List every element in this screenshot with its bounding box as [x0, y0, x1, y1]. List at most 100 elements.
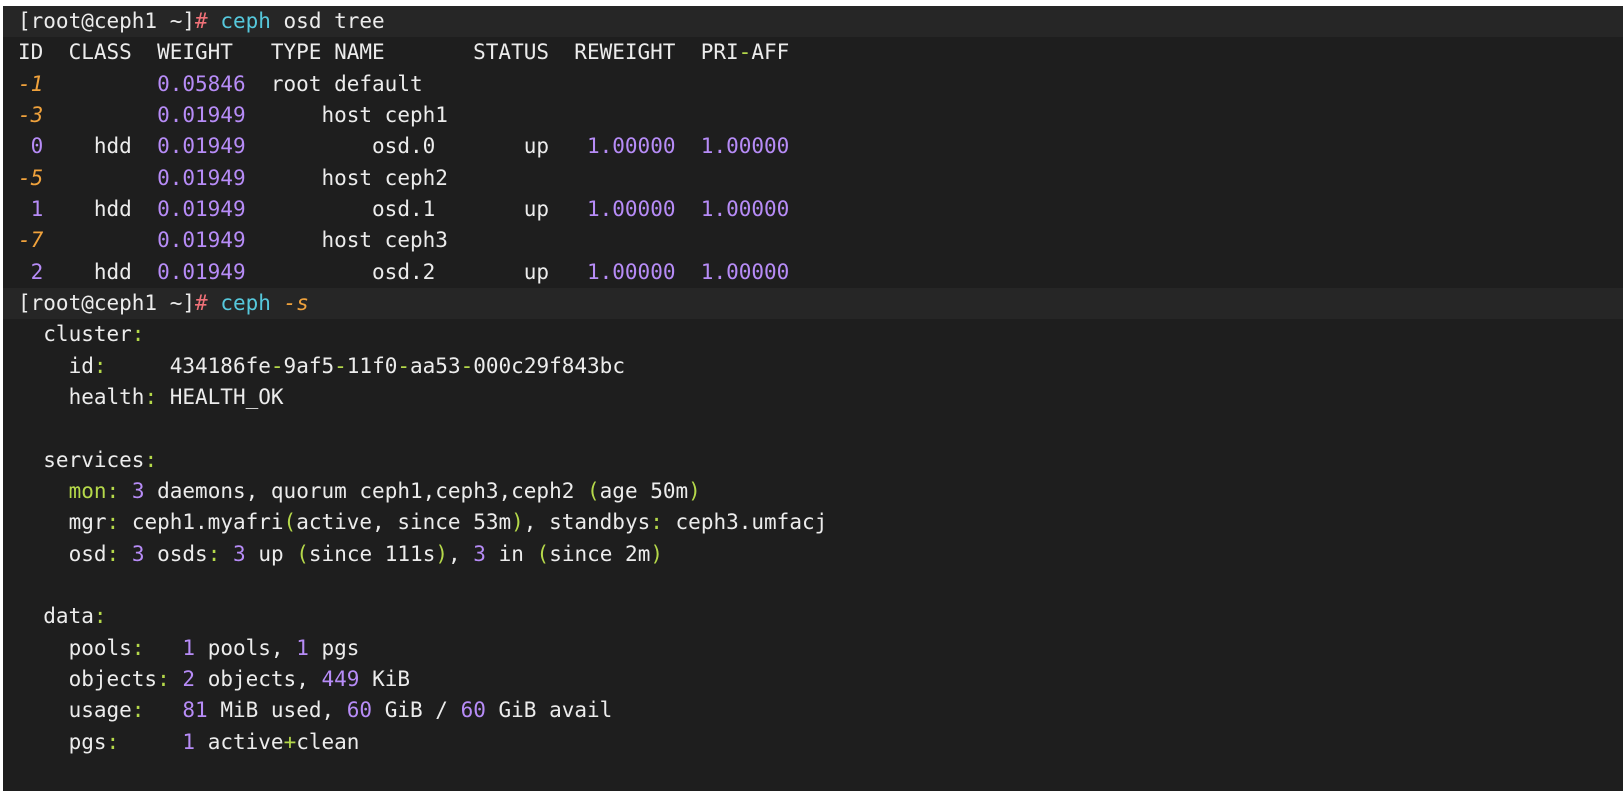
terminal-text: 000c29f843bc [473, 353, 625, 378]
terminal-text: data [18, 604, 94, 629]
terminal-text: : [131, 322, 145, 347]
prompt-line: [root@ceph1 ~]# ceph -s [3, 287, 1623, 320]
terminal-text: 434186fe [106, 353, 271, 378]
prompt-line: [root@ceph1 ~]# ceph osd tree [3, 6, 1623, 38]
output-line: 1 hdd 0.01949 osd.1 up 1.00000 1.00000 [3, 194, 1623, 225]
output-line: mgr: ceph1.myafri(active, since 53m), st… [3, 507, 1623, 538]
terminal-text: 0 [18, 134, 44, 159]
terminal-text: -s [283, 290, 309, 315]
terminal-text: osd [18, 541, 107, 566]
output-line: ID CLASS WEIGHT TYPE NAME STATUS REWEIGH… [3, 37, 1623, 68]
terminal-text: 1 [182, 635, 196, 660]
terminal-text: osd.2 up [245, 259, 587, 284]
terminal-text: hdd [43, 196, 158, 221]
output-line [3, 413, 1623, 444]
terminal-text: 9af5 [283, 353, 335, 378]
output-line: usage: 81 MiB used, 60 GiB / 60 GiB avai… [3, 695, 1623, 726]
terminal-text: GiB avail [485, 698, 613, 723]
output-line: -3 0.01949 host ceph1 [3, 100, 1623, 131]
terminal-text: HEALTH_OK [157, 384, 284, 409]
terminal-text: since 111s [308, 541, 436, 566]
terminal-text: clean [296, 729, 360, 754]
terminal-text: 3 [233, 541, 246, 566]
terminal-text: active, since 53m [296, 510, 512, 535]
output-line: pgs: 1 active+clean [3, 727, 1623, 758]
terminal-text: : [106, 478, 120, 503]
terminal-text: KiB [359, 666, 410, 691]
terminal-text: - [460, 353, 474, 378]
terminal-text: pgs [18, 729, 107, 754]
terminal-text: ceph1.myafri [119, 510, 284, 535]
terminal-text: : [131, 635, 145, 660]
output-line: 2 hdd 0.01949 osd.2 up 1.00000 1.00000 [3, 257, 1623, 288]
output-line: cluster: [3, 319, 1623, 350]
terminal-text: 2 [182, 666, 196, 691]
terminal-text: ceph3.umfacj [662, 510, 828, 535]
terminal-text: : [144, 384, 158, 409]
terminal-text: id [18, 353, 94, 378]
output-line [3, 570, 1623, 601]
terminal-text: age 50m [599, 478, 689, 503]
terminal-text: in [485, 541, 537, 566]
terminal-text: -5 [18, 165, 44, 190]
terminal-text: MiB used, [207, 698, 347, 723]
terminal-text: 1 [18, 196, 44, 221]
terminal-text: - [397, 353, 411, 378]
terminal-text: : [144, 447, 158, 472]
terminal-text: 1.00000 [586, 196, 676, 221]
terminal-text: + [283, 729, 297, 754]
terminal-text: : [106, 541, 120, 566]
terminal-text: 1.00000 [700, 259, 790, 284]
terminal-text: ( [587, 478, 600, 503]
output-line: health: HEALTH_OK [3, 382, 1623, 413]
terminal-text: ( [296, 541, 309, 566]
terminal-text: objects, [195, 666, 322, 691]
output-line: -7 0.01949 host ceph3 [3, 225, 1623, 256]
output-line: 0 hdd 0.01949 osd.0 up 1.00000 1.00000 [3, 131, 1623, 162]
terminal-window[interactable]: [root@ceph1 ~]# ceph osd tree ID CLASS WE… [3, 6, 1623, 791]
terminal-text: 11f0 [346, 353, 398, 378]
output-line: pools: 1 pools, 1 pgs [3, 633, 1623, 664]
terminal-text: 1.00000 [586, 134, 676, 159]
terminal-text: usage [18, 698, 132, 723]
terminal-text: -7 [18, 228, 44, 253]
terminal-text: GiB / [372, 698, 461, 723]
terminal-text: 0.01949 [157, 102, 246, 127]
terminal-text: 1.00000 [586, 259, 676, 284]
terminal-text: [root@ceph1 ~] [18, 290, 196, 315]
terminal-text: ( [536, 541, 550, 566]
terminal-text: 60 [460, 698, 486, 723]
terminal-text: osd.0 up [245, 134, 587, 159]
terminal-text: - [270, 353, 284, 378]
terminal-text: : [93, 353, 107, 378]
terminal-text: services [18, 447, 145, 472]
terminal-text: 3 [131, 478, 145, 503]
terminal-text: host ceph1 [245, 102, 448, 127]
terminal-text: : [106, 510, 120, 535]
output-line: -5 0.01949 host ceph2 [3, 163, 1623, 194]
terminal-text: since 2m [549, 541, 651, 566]
terminal-text: 1.00000 [700, 196, 790, 221]
terminal-text: 0.01949 [157, 259, 246, 284]
terminal-text: -1 [18, 71, 44, 96]
terminal-text: mon [18, 478, 107, 503]
output-line: mon: 3 daemons, quorum ceph1,ceph3,ceph2… [3, 476, 1623, 507]
terminal-text: - [334, 353, 347, 378]
terminal-text: 3 [131, 541, 145, 566]
terminal-text: , [448, 541, 474, 566]
terminal-text: 0.01949 [157, 196, 246, 221]
terminal-text: # [195, 290, 221, 315]
terminal-text: AFF [751, 40, 790, 65]
